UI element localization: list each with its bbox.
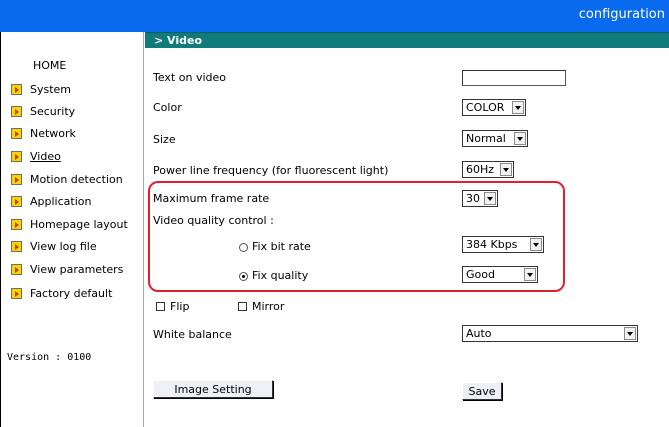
chevron-down-icon bbox=[514, 132, 526, 145]
sidebar-item-homepage-layout[interactable]: Homepage layout bbox=[11, 217, 128, 231]
text-on-video-input[interactable] bbox=[462, 70, 566, 86]
power-line-select[interactable]: 60Hz bbox=[462, 161, 514, 178]
sidebar-item-label: Video bbox=[30, 149, 61, 163]
arrow-right-icon bbox=[11, 287, 22, 299]
sidebar-item-view-log-file[interactable]: View log file bbox=[11, 239, 97, 253]
arrow-right-icon bbox=[11, 127, 22, 139]
firmware-version: Version : 0100 bbox=[7, 352, 92, 363]
chevron-down-icon bbox=[624, 327, 636, 340]
text-on-video-label: Text on video bbox=[153, 71, 226, 84]
arrow-right-icon bbox=[11, 105, 22, 117]
white-balance-label: White balance bbox=[153, 328, 232, 341]
sidebar-item-application[interactable]: Application bbox=[11, 194, 91, 208]
sidebar-item-label: Motion detection bbox=[30, 172, 123, 186]
size-label: Size bbox=[153, 133, 176, 146]
sidebar-item-label: Network bbox=[30, 126, 76, 140]
sidebar-item-label: Security bbox=[30, 104, 76, 118]
size-select[interactable]: Normal bbox=[462, 130, 528, 147]
sidebar-item-label: View log file bbox=[30, 239, 97, 253]
sidebar-item-network[interactable]: Network bbox=[11, 126, 76, 140]
fix-quality-radio[interactable] bbox=[239, 272, 248, 281]
sidebar-item-view-parameters[interactable]: View parameters bbox=[11, 262, 123, 276]
sidebar-item-label: Factory default bbox=[30, 286, 113, 300]
color-select[interactable]: COLOR bbox=[462, 99, 526, 116]
mirror-label: Mirror bbox=[252, 300, 285, 313]
section-header: > Video bbox=[145, 32, 669, 48]
arrow-right-icon bbox=[11, 173, 22, 185]
arrow-right-icon bbox=[11, 263, 22, 275]
arrow-right-icon bbox=[11, 195, 22, 207]
image-setting-button[interactable]: Image Setting bbox=[153, 380, 273, 398]
sidebar-item-label: Application bbox=[30, 194, 92, 208]
chevron-down-icon bbox=[512, 101, 524, 114]
page-title: configuration bbox=[578, 7, 665, 22]
top-banner: configuration bbox=[0, 0, 669, 32]
video-quality-control-label: Video quality control : bbox=[153, 214, 274, 227]
chevron-down-icon bbox=[530, 238, 542, 251]
color-label: Color bbox=[153, 101, 182, 114]
sidebar-item-motion-detection[interactable]: Motion detection bbox=[11, 172, 123, 186]
arrow-right-icon bbox=[11, 83, 22, 95]
arrow-right-icon bbox=[11, 240, 22, 252]
fix-bit-rate-label: Fix bit rate bbox=[252, 240, 311, 253]
sidebar-home-link[interactable]: HOME bbox=[33, 59, 66, 72]
fix-quality-label: Fix quality bbox=[252, 269, 309, 282]
sidebar-item-label: View parameters bbox=[30, 262, 124, 276]
save-button[interactable]: Save bbox=[462, 382, 502, 400]
arrow-right-icon bbox=[11, 218, 22, 230]
arrow-right-icon bbox=[11, 150, 22, 162]
sidebar-item-security[interactable]: Security bbox=[11, 104, 75, 118]
flip-checkbox[interactable] bbox=[156, 302, 165, 311]
fix-bit-rate-radio[interactable] bbox=[239, 243, 248, 252]
quality-select[interactable]: Good bbox=[462, 266, 538, 283]
sidebar-item-label: System bbox=[30, 82, 72, 96]
bit-rate-select[interactable]: 384 Kbps bbox=[462, 236, 544, 253]
sidebar-item-factory-default[interactable]: Factory default bbox=[11, 286, 112, 300]
flip-label: Flip bbox=[170, 300, 190, 313]
mirror-checkbox[interactable] bbox=[238, 302, 247, 311]
sidebar: HOME System Security Network Video Motio… bbox=[0, 32, 144, 427]
max-frame-rate-select[interactable]: 30 bbox=[462, 190, 498, 207]
sidebar-item-video[interactable]: Video bbox=[11, 149, 61, 163]
chevron-down-icon bbox=[500, 163, 512, 176]
sidebar-item-label: Homepage layout bbox=[30, 217, 128, 231]
max-frame-rate-label: Maximum frame rate bbox=[153, 192, 270, 205]
chevron-down-icon bbox=[524, 268, 536, 281]
white-balance-select[interactable]: Auto bbox=[462, 325, 638, 342]
sidebar-item-system[interactable]: System bbox=[11, 82, 71, 96]
chevron-down-icon bbox=[484, 192, 496, 205]
power-line-label: Power line frequency (for fluorescent li… bbox=[153, 164, 389, 177]
